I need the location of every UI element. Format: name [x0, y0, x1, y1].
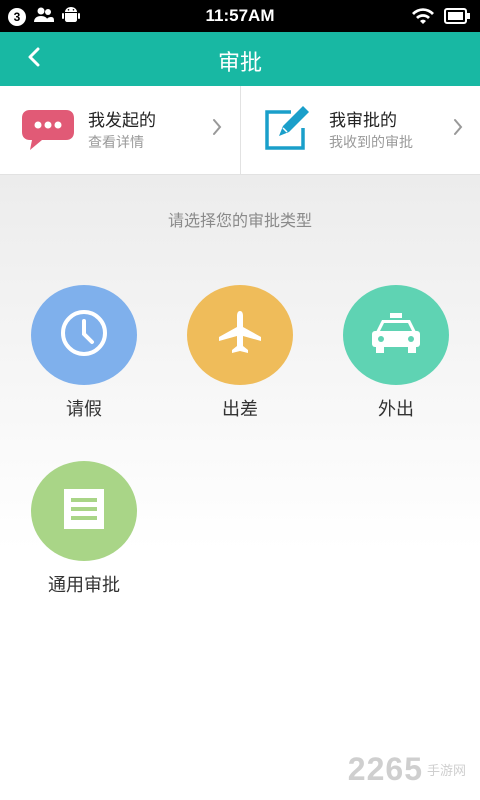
chevron-right-icon [453, 118, 463, 140]
card-subtitle: 我收到的审批 [329, 135, 413, 151]
approval-type-panel: 请选择您的审批类型 请假 出差 外出 通用审批 2265 手游网 [0, 175, 480, 800]
card-title: 我发起的 [88, 111, 156, 131]
watermark: 2265 手游网 [348, 751, 466, 788]
card-title: 我审批的 [329, 111, 397, 131]
edit-document-icon [261, 106, 317, 154]
general-approval-circle [31, 461, 137, 561]
type-general-approval-button[interactable]: 通用审批 [24, 461, 144, 597]
document-list-icon [62, 487, 106, 535]
approval-type-prompt: 请选择您的审批类型 [167, 211, 312, 230]
clock-icon [59, 308, 109, 362]
outing-circle [343, 285, 449, 385]
airplane-icon [215, 308, 265, 362]
wifi-icon [412, 7, 434, 29]
taxi-icon [370, 311, 422, 359]
type-label: 外出 [378, 399, 414, 420]
status-right [412, 7, 470, 29]
initiated-by-me-card[interactable]: 我发起的 查看详情 [0, 86, 240, 174]
type-business-trip-button[interactable]: 出差 [180, 285, 300, 421]
leave-circle [31, 285, 137, 385]
business-trip-circle [187, 285, 293, 385]
watermark-number: 2265 [347, 751, 423, 787]
type-label: 通用审批 [48, 575, 120, 596]
page-title: 审批 [217, 51, 262, 76]
chevron-right-icon [212, 118, 222, 140]
title-bar: 审批 [0, 32, 480, 86]
clock: 11:57AM [205, 6, 275, 25]
status-bar: 3 11:57AM [0, 0, 480, 32]
type-outing-button[interactable]: 外出 [336, 285, 456, 421]
card-subtitle: 查看详情 [88, 135, 144, 151]
approved-by-me-card[interactable]: 我审批的 我收到的审批 [240, 86, 480, 174]
battery-icon [444, 8, 470, 28]
type-label: 请假 [66, 399, 102, 420]
watermark-text: 手游网 [426, 764, 466, 779]
approval-summary-cards: 我发起的 查看详情 我审批的 我收到的审批 [0, 86, 480, 175]
type-leave-button[interactable]: 请假 [24, 285, 144, 421]
type-label: 出差 [222, 399, 258, 420]
chat-bubble-icon [20, 106, 76, 154]
